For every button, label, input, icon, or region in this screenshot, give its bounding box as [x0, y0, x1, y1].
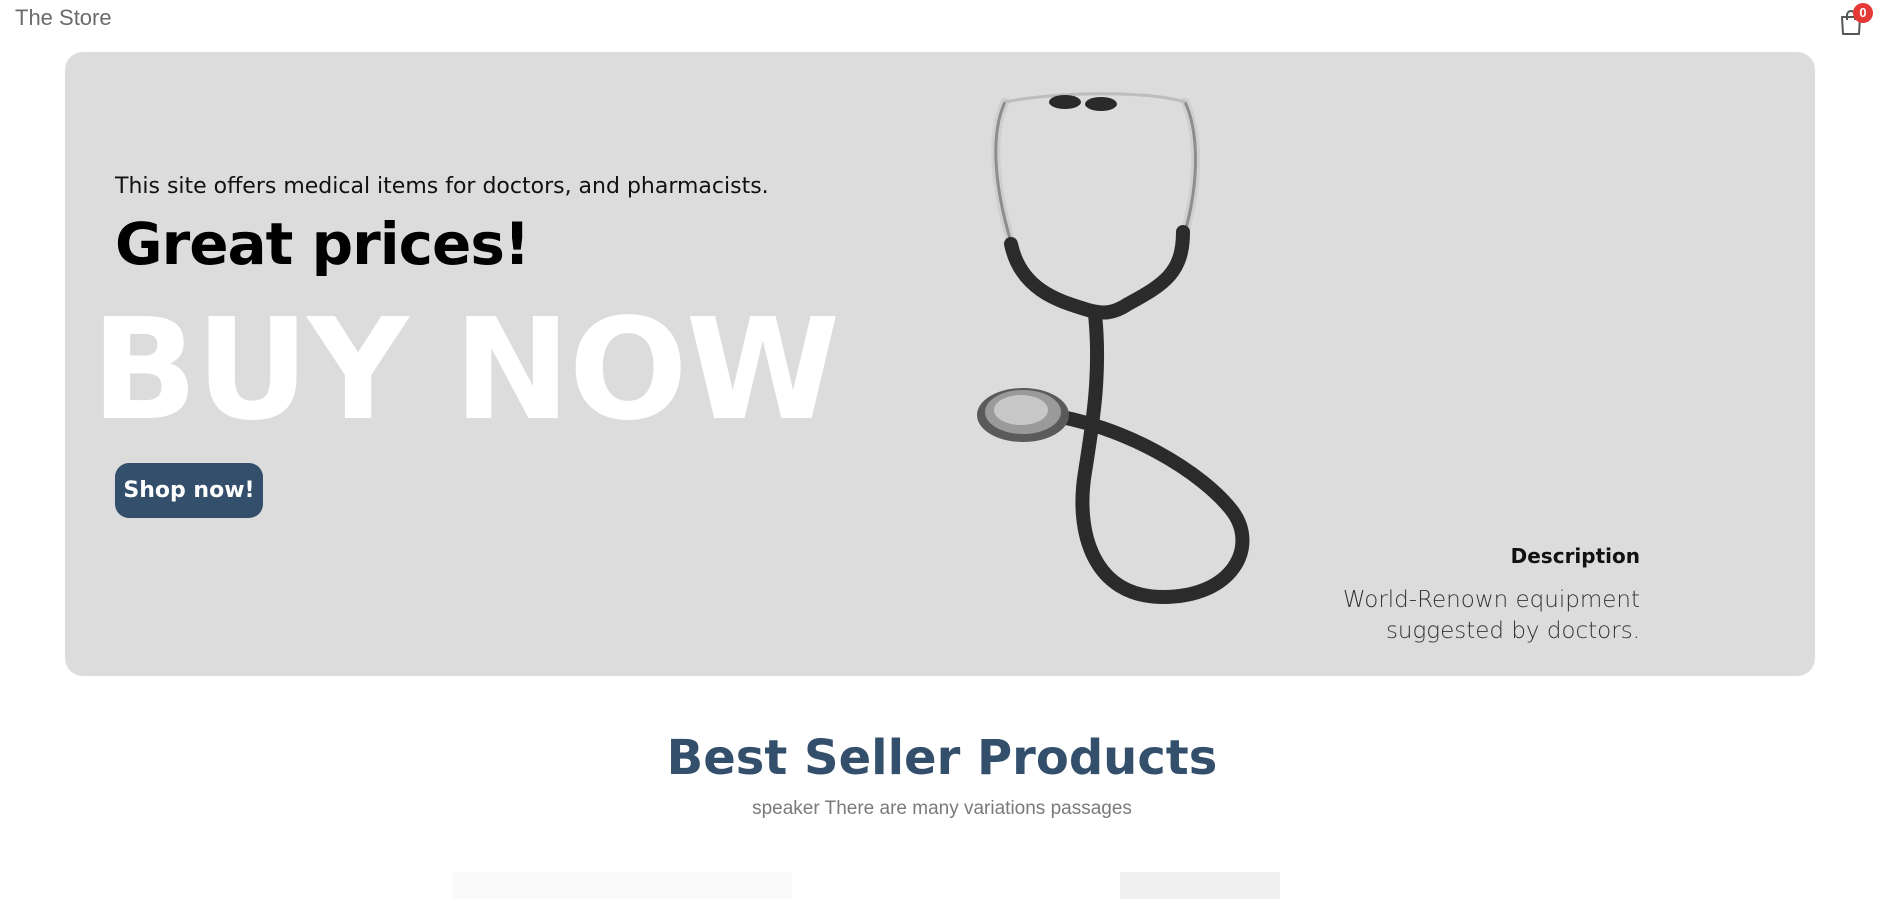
shop-now-button[interactable]: Shop now!: [115, 463, 263, 518]
hero-big-text: BUY NOW: [91, 289, 840, 452]
hero-headline: Great prices!: [115, 210, 530, 278]
cart-button[interactable]: 0: [1837, 3, 1873, 38]
hero-banner: This site offers medical items for docto…: [65, 52, 1815, 676]
hero-intro-text: This site offers medical items for docto…: [115, 174, 769, 199]
navbar: The Store 0: [0, 0, 1884, 40]
description-text: World-Renown equipment suggested by doct…: [1342, 587, 1640, 644]
best-seller-subtitle: speaker There are many variations passag…: [752, 798, 1132, 819]
best-seller-title: Best Seller Products: [666, 730, 1218, 786]
description-title: Description: [1510, 544, 1640, 568]
cart-count-badge: 0: [1853, 3, 1873, 23]
brand-link[interactable]: The Store: [15, 5, 112, 31]
product-card[interactable]: [1120, 872, 1280, 899]
product-card[interactable]: [452, 872, 792, 899]
stethoscope-image: [903, 52, 1343, 676]
